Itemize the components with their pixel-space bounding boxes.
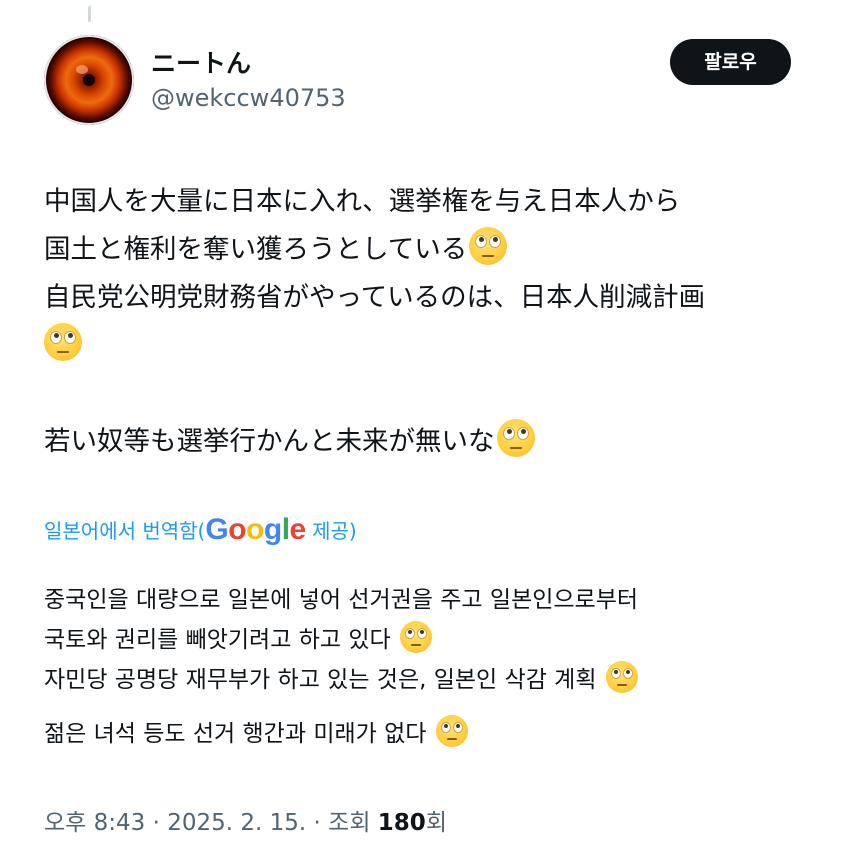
translated-line: 중국인을 대량으로 일본에 넣어 선거권을 주고 일본인으로부터 — [44, 587, 639, 613]
google-logo-icon: Google — [205, 513, 306, 547]
rolling-eyes-emoji-icon — [44, 323, 82, 361]
tweet-line: 国土と権利を奪い獲ろうとしている — [44, 226, 834, 274]
tweet-line: 中国人を大量に日本に入れ、選挙権を与え日本人から — [44, 186, 681, 217]
rolling-eyes-emoji-icon — [469, 227, 508, 265]
tweet-text: 中国人を大量に日本に入れ、選挙権を与え日本人から 国土と権利を奪い獲ろうとしてい… — [44, 178, 834, 466]
tweet-date[interactable]: 2025. 2. 15. — [167, 810, 306, 836]
views-prefix: 조회 — [328, 810, 378, 836]
follow-button[interactable]: 팔로우 — [670, 39, 791, 85]
rolling-eyes-emoji-icon — [399, 621, 432, 653]
translation-attribution-link[interactable]: 일본어에서 번역함(Google 제공) — [44, 512, 357, 552]
translated-line: 자민당 공명당 재무부가 하고 있는 것은, 일본인 삭감 계획 — [44, 660, 834, 700]
user-handle[interactable]: @wekccw40753 — [151, 84, 346, 112]
tweet-line: 若い奴等も選挙行かんと未来が無いな — [44, 418, 834, 466]
rolling-eyes-emoji-icon — [496, 419, 535, 457]
tweet-time[interactable]: 오후 8:43 — [44, 810, 145, 836]
translated-line: 국토와 권리를 빼앗기려고 하고 있다 — [44, 620, 834, 660]
tweet-line: 自民党公明党財務省がやっているのは、日本人削減計画 — [44, 282, 706, 313]
meta-separator: · — [306, 810, 329, 836]
views-count[interactable]: 180 — [378, 810, 426, 836]
tweet-line — [44, 322, 834, 370]
avatar[interactable] — [44, 35, 134, 125]
rolling-eyes-emoji-icon — [435, 715, 468, 747]
meta-separator: · — [145, 810, 168, 836]
display-name[interactable]: ニートん — [151, 44, 251, 80]
translated-line: 젊은 녀석 등도 선거 행간과 미래가 없다 — [44, 714, 834, 754]
avatar-glint — [76, 65, 88, 74]
translated-text: 중국인을 대량으로 일본에 넣어 선거권을 주고 일본인으로부터 국토와 권리를… — [44, 580, 834, 754]
tweet-metadata: 오후 8:43 · 2025. 2. 15. · 조회 180회 — [44, 803, 447, 837]
translation-label-suffix: 제공) — [305, 519, 357, 544]
translation-label-prefix: 일본어에서 번역함( — [44, 519, 206, 544]
views-suffix: 회 — [425, 810, 447, 836]
rolling-eyes-emoji-icon — [605, 661, 638, 693]
thread-connector-line — [88, 6, 91, 22]
